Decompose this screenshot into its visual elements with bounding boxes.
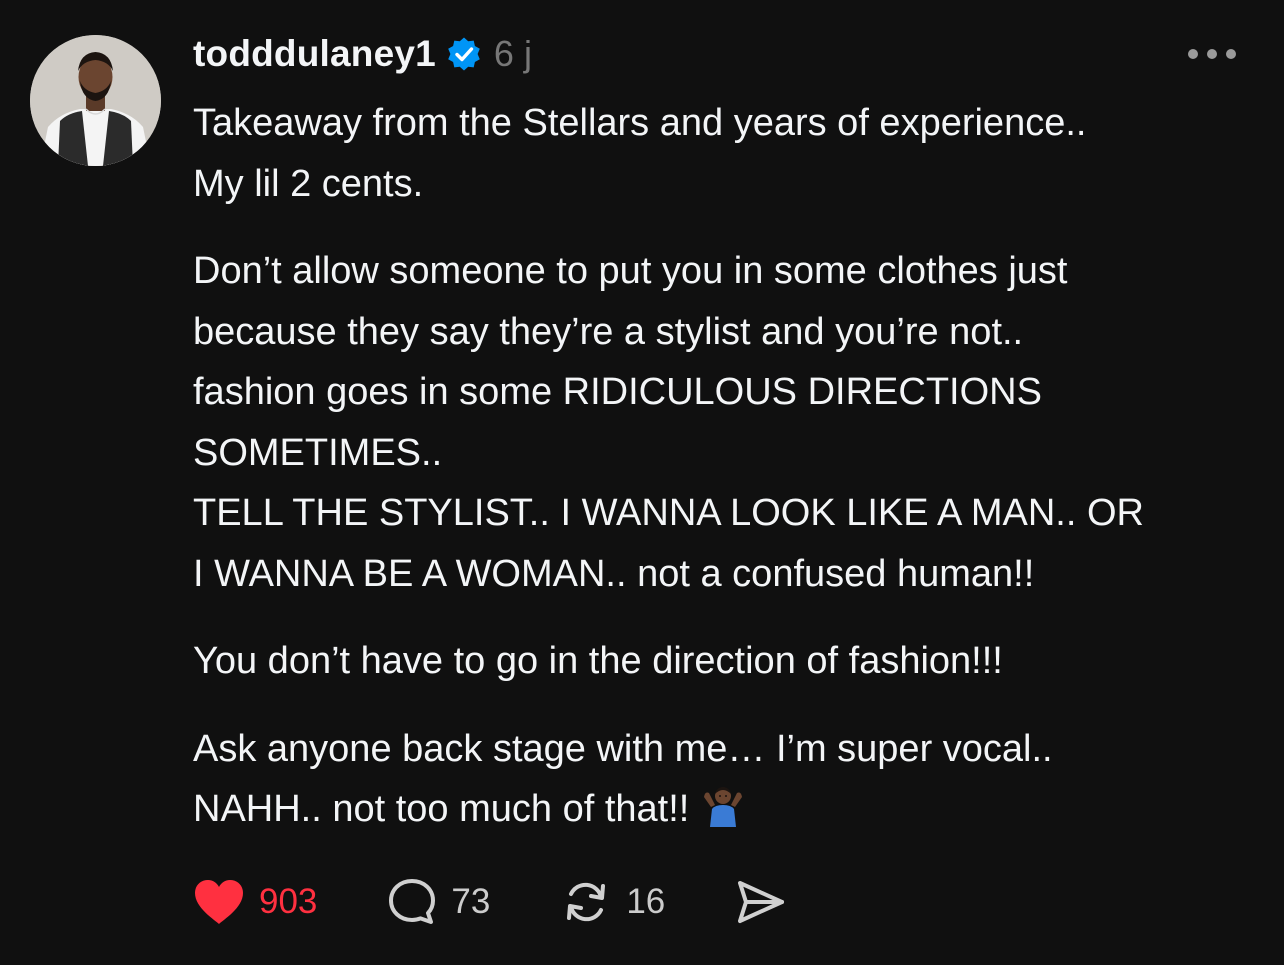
text-line: Don’t allow someone to put you in some c… [193,250,1068,292]
avatar[interactable] [30,35,161,166]
heart-icon [195,880,243,924]
like-count: 903 [259,882,318,921]
paragraph-3: You don’t have to go in the direction of… [193,631,1253,692]
post-timestamp: 6 j [493,33,532,74]
reply-count: 73 [451,882,491,921]
paragraph-4: Ask anyone back stage with me… I’m super… [193,719,1253,846]
post-text: Takeaway from the Stellars and years of … [193,93,1253,873]
dot-icon [1207,49,1217,59]
text-line: NAHH.. not too much of that!! [193,788,690,830]
repost-icon [567,882,606,922]
paragraph-2: Don’t allow someone to put you in some c… [193,241,1253,604]
like-button[interactable]: 903 [193,878,317,926]
text-line: because they say they’re a stylist and y… [193,310,1024,353]
send-icon [738,881,785,923]
comment-icon [389,879,436,924]
avatar-photo [30,35,161,166]
person-shrugging-emoji-icon [701,783,745,846]
repost-button[interactable]: 16 [560,877,665,927]
text-line: I WANNA BE A WOMAN.. not a confused huma… [193,552,1035,595]
text-line: You don’t have to go in the direction of… [193,640,1003,682]
post-actions: 903 73 16 [193,874,787,930]
dot-icon [1188,49,1198,59]
text-line-with-emoji: NAHH.. not too much of that!! [193,779,1253,846]
text-line: SOMETIMES.. [193,431,443,474]
paragraph-1: Takeaway from the Stellars and years of … [193,93,1253,214]
reply-button[interactable]: 73 [387,877,490,927]
repost-count: 16 [626,882,666,921]
thread-post: todddulaney1 6 j Takeaway from the Stell… [0,0,1284,965]
text-line: My lil 2 cents. [193,162,424,205]
text-line: Ask anyone back stage with me… I’m super… [193,727,1053,770]
post-header: todddulaney1 6 j [193,28,532,80]
more-options-ellipsis-icon[interactable] [1188,42,1236,66]
share-button[interactable] [735,877,787,927]
text-line: fashion goes in some RIDICULOUS DIRECTIO… [193,371,1042,413]
text-line: TELL THE STYLIST.. I WANNA LOOK LIKE A M… [193,492,1144,534]
username[interactable]: todddulaney1 [193,33,436,75]
text-line: Takeaway from the Stellars and years of … [193,102,1087,144]
dot-icon [1226,49,1236,59]
verified-badge-icon [446,36,482,72]
